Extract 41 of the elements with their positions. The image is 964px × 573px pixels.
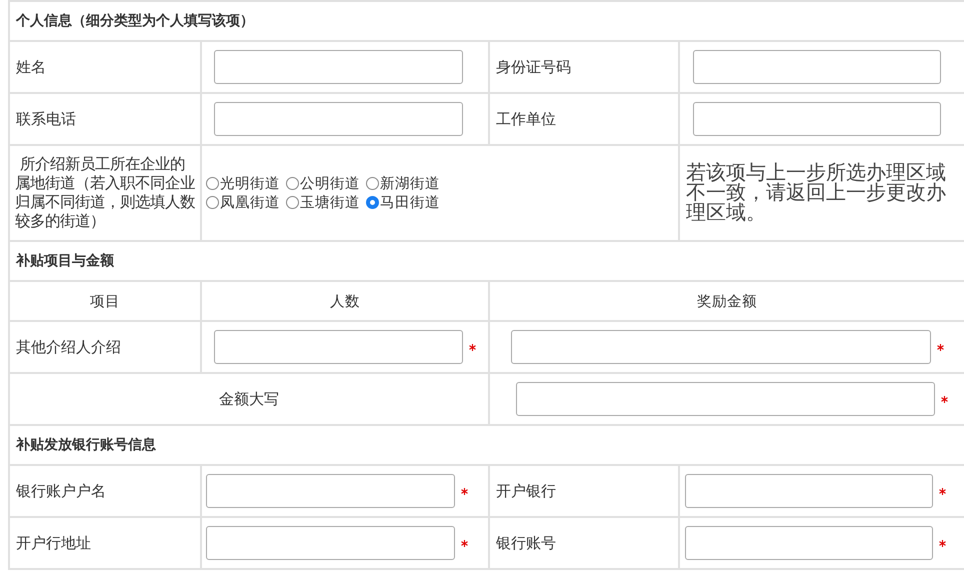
radio-option[interactable]: 马田街道	[366, 193, 440, 212]
input-field[interactable]	[685, 474, 933, 508]
input-field[interactable]	[214, 50, 463, 84]
radio-button[interactable]	[286, 196, 299, 209]
input-field[interactable]	[693, 50, 941, 84]
radio-option[interactable]: 玉塘街道	[286, 193, 360, 212]
field-label: 身份证号码	[496, 58, 571, 76]
note-text: 若该项与上一步所选办理区域不一致，请返回上一步更改办理区域。	[686, 160, 946, 224]
field-label: 开户行地址	[16, 534, 91, 552]
input-field[interactable]	[206, 474, 455, 508]
field-label: 工作单位	[496, 110, 556, 128]
input-field[interactable]	[693, 102, 941, 136]
radio-button[interactable]	[206, 196, 219, 209]
input-field[interactable]	[214, 330, 463, 364]
section-title: 补贴项目与金额	[16, 253, 114, 269]
section-title: 个人信息（细分类型为个人填写该项）	[16, 13, 254, 29]
input-field[interactable]	[516, 382, 935, 416]
field-label: 姓名	[16, 58, 46, 76]
radio-button[interactable]	[366, 196, 379, 209]
input-field[interactable]	[214, 102, 463, 136]
radio-option[interactable]: 凤凰街道	[206, 193, 280, 212]
input-field[interactable]	[511, 330, 931, 364]
input-field[interactable]	[206, 526, 455, 560]
field-label: 银行账户户名	[16, 482, 106, 500]
field-label: 开户银行	[496, 482, 556, 500]
radio-option[interactable]: 公明街道	[286, 174, 360, 193]
field-label: 金额大写	[219, 390, 279, 408]
column-header: 项目	[90, 294, 120, 310]
field-label: 所介绍新员工所在企业的属地街道（若入职不同企业归属不同街道，则选填人数较多的街道）	[15, 154, 195, 230]
field-label: 其他介绍人介绍	[16, 338, 121, 356]
radio-option[interactable]: 光明街道	[206, 174, 280, 193]
section-title: 补贴发放银行账号信息	[16, 437, 156, 453]
input-field[interactable]	[685, 526, 933, 560]
radio-button[interactable]	[206, 177, 219, 190]
column-header: 人数	[330, 294, 360, 310]
field-label: 联系电话	[16, 110, 76, 128]
field-label: 银行账号	[496, 534, 556, 552]
radio-button[interactable]	[286, 177, 299, 190]
column-header: 奖励金额	[697, 294, 757, 310]
radio-option[interactable]: 新湖街道	[366, 174, 440, 193]
radio-button[interactable]	[366, 177, 379, 190]
